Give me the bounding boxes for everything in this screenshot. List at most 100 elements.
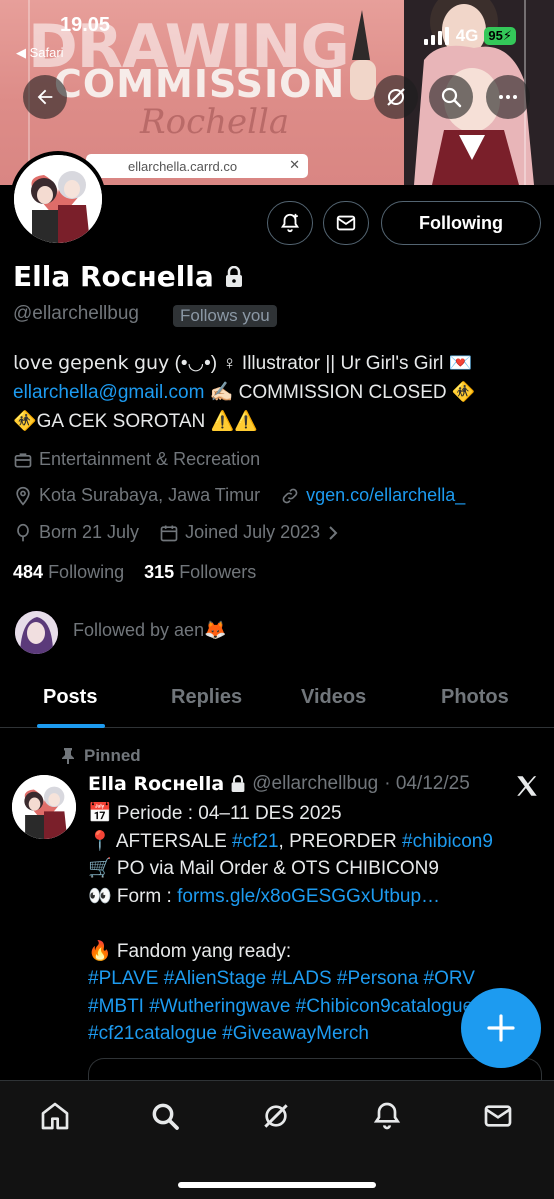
followed-by-avatar-illustration [15, 611, 58, 654]
grok-button[interactable] [374, 75, 418, 119]
bio-line-2: ellarchella@gmail.com ✍🏻 COMMISSION CLOS… [13, 378, 543, 407]
post-line-form: 👀 Form : forms.gle/x8oGESGGxUtbup… [88, 883, 548, 911]
search-button[interactable] [429, 75, 473, 119]
chevron-right-icon[interactable] [326, 524, 340, 542]
following-button[interactable]: Following [381, 201, 541, 245]
signal-icon [423, 27, 449, 45]
more-button[interactable] [486, 75, 530, 119]
post-line-aftersale-mid: , PREORDER [278, 830, 403, 852]
post-author-name[interactable]: Ella Rocнella [88, 773, 224, 795]
following-count-label: Following [48, 562, 125, 582]
battery-level: 95 [488, 28, 503, 43]
bio-line-1: 𝗅𝗈𝗏𝖾 𝗀𝖾𝗉𝖾𝗇𝗄 𝗀𝗎𝗒 (•◡•) ♀ Illustrator || U… [13, 353, 473, 374]
post-line-period: 📅 Periode : 04–11 DES 2025 [88, 803, 342, 824]
nav-notifications[interactable] [370, 1099, 404, 1133]
pinned-label-row: Pinned [60, 746, 141, 766]
nav-search[interactable] [148, 1099, 182, 1133]
profile-bio: 𝗅𝗈𝗏𝖾 𝗀𝖾𝗉𝖾𝗇𝗄 𝗀𝗎𝗒 (•◡•) ♀ Illustrator || U… [13, 349, 543, 436]
back-to-app[interactable]: ◀ Safari [16, 45, 64, 61]
active-tab-indicator [37, 724, 105, 728]
grok-icon [264, 1104, 288, 1128]
tab-videos[interactable]: Videos [301, 686, 366, 709]
followers-count: 315 [144, 562, 175, 582]
banner-url-pill: ellarchella.carrd.co ✕ [86, 154, 308, 178]
more-dots-icon [499, 95, 517, 99]
hashtag-cf21[interactable]: #cf21 [232, 831, 278, 852]
battery-indicator: 95⚡ [484, 27, 516, 45]
profile-avatar[interactable] [10, 151, 106, 247]
home-indicator[interactable] [178, 1182, 376, 1188]
search-icon [152, 1103, 179, 1130]
status-time: 19.05 [60, 14, 111, 36]
followed-by-avatar[interactable] [15, 611, 58, 654]
notifications-icon [373, 1102, 401, 1130]
briefcase-icon [14, 452, 32, 467]
notifications-subscribe-button[interactable] [267, 201, 313, 245]
banner-title-name: Rochella [140, 102, 290, 142]
tab-replies[interactable]: Replies [171, 686, 242, 709]
avatar-illustration [14, 155, 102, 243]
post-lock-icon [231, 775, 245, 792]
envelope-icon [336, 215, 356, 231]
search-icon [441, 87, 462, 108]
post-line-po: 🛒 PO via Mail Order & OTS CHIBICON9 [88, 858, 439, 879]
category-row: Entertainment & Recreation [13, 449, 260, 470]
hashtag-chibicon9[interactable]: #chibicon9 [402, 831, 493, 852]
post-avatar-illustration [12, 775, 76, 839]
profile-joined[interactable]: Joined July 2023 [185, 522, 320, 543]
followed-by-text[interactable]: Followed by aen🦊 [73, 620, 227, 641]
form-link[interactable]: forms.gle/x8oGESGGxUtbup… [177, 886, 440, 907]
profile-tabs: Posts Replies Videos Photos [0, 668, 554, 728]
nav-home[interactable] [38, 1099, 72, 1133]
grok-icon [387, 88, 405, 106]
x-logo-icon[interactable] [514, 773, 540, 799]
pinned-label: Pinned [84, 746, 141, 765]
plus-icon [487, 1014, 515, 1042]
bio-email-link[interactable]: ellarchella@gmail.com [13, 382, 204, 403]
network-type: 4G [455, 26, 479, 45]
following-count: 484 [13, 562, 44, 582]
dates-row: Born 21 July Joined July 2023 [13, 522, 340, 543]
pin-icon [62, 748, 74, 764]
messages-icon [484, 1105, 512, 1127]
profile-category: Entertainment & Recreation [39, 449, 261, 469]
profile-location: Kota Surabaya, Jawa Timur [39, 485, 261, 505]
balloon-icon [17, 523, 29, 541]
back-button[interactable] [23, 75, 67, 119]
bio-line-3: 🚸GA CEK SOROTAN ⚠️⚠️ [13, 411, 258, 432]
nav-grok[interactable] [259, 1099, 293, 1133]
post-line-fandom: 🔥 Fandom yang ready: [88, 940, 292, 962]
post-author-handle: @ellarchellbug [252, 773, 379, 794]
message-button[interactable] [323, 201, 369, 245]
nav-messages[interactable] [481, 1099, 515, 1133]
compose-button[interactable] [461, 988, 541, 1068]
follows-you-badge: Follows you [173, 305, 277, 327]
post-line-form-prefix: 👀 Form : [88, 885, 178, 907]
profile-website-link[interactable]: vgen.co/ellarchella_ [306, 485, 465, 506]
post-hashtags-line-1[interactable]: #PLAVE #AlienStage #LADS #Persona #ORV [88, 965, 548, 993]
profile-born: Born 21 July [39, 522, 140, 542]
tab-posts[interactable]: Posts [43, 686, 97, 709]
post-header: Ella Rocнella @ellarchellbug · 04/12/25 [88, 773, 470, 795]
banner-url-text: ellarchella.carrd.co [128, 158, 238, 174]
profile-handle: @ellarchellbug [13, 303, 139, 324]
followers-count-link[interactable]: 315 Followers [144, 562, 256, 582]
following-count-link[interactable]: 484 Following [13, 562, 124, 582]
lock-icon [225, 265, 242, 287]
status-indicators: 4G 95⚡ [423, 26, 516, 46]
bio-line-2-text: ✍🏻 COMMISSION CLOSED 🚸 [204, 382, 476, 403]
bell-plus-icon [280, 213, 300, 233]
banner-close-icon: ✕ [289, 157, 300, 172]
post-author-avatar[interactable] [12, 775, 76, 839]
tab-photos[interactable]: Photos [441, 686, 509, 709]
banner-title-commission: COMMISSION [54, 62, 346, 106]
arrow-left-icon [37, 89, 53, 105]
location-website-row: Kota Surabaya, Jawa Timur vgen.co/ellarc… [13, 485, 465, 506]
followers-count-label: Followers [179, 562, 257, 582]
follow-counts: 484 Following 315 Followers [13, 562, 256, 583]
profile-display-name: Ella Rocнella [13, 260, 214, 293]
home-icon [41, 1102, 69, 1130]
calendar-icon [160, 525, 178, 541]
post-line-aftersale-prefix: 📍 AFTERSALE [88, 830, 233, 852]
